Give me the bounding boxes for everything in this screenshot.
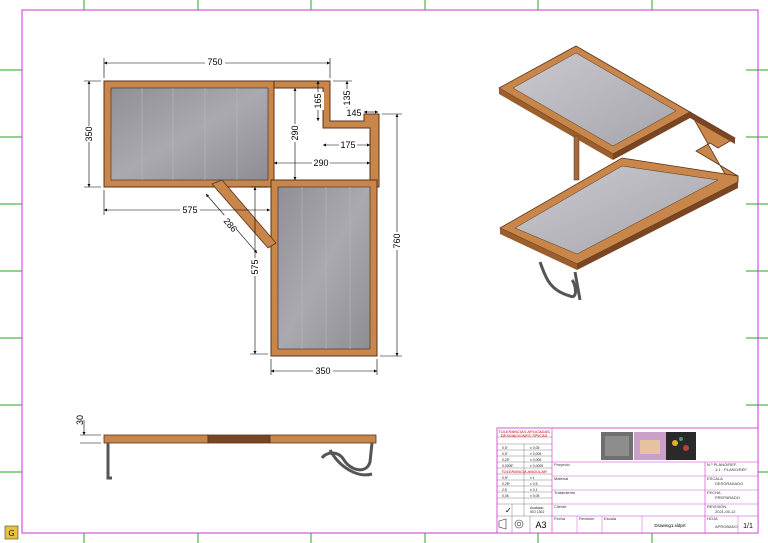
dim-inner-height: 290	[290, 125, 300, 140]
dim-notch-right: 135	[342, 90, 352, 105]
check-symbol: ✓	[505, 506, 512, 515]
right-value-5: APROBADO	[715, 524, 738, 529]
field-label-treatment: Tratamiento	[554, 490, 576, 495]
ang-row-3-b: ± 0,1	[530, 488, 538, 492]
field-label-scale: Escala	[604, 516, 617, 521]
title-block: TOLERANCIAS APLICADAS DESVIACIONES TÍPIC…	[496, 427, 759, 534]
tol-row-4-a: 0,0005"	[502, 464, 514, 468]
right-value-4: 2021-05-12	[715, 509, 736, 514]
drawing-name: Drawing1.sldprt	[654, 523, 686, 528]
dim-inner-width: 175	[340, 140, 355, 150]
tol-row-3-b: ± 0,005	[530, 458, 541, 462]
ang-row-1-b: ± 1	[530, 476, 535, 480]
field-label-project: Proyecto	[554, 462, 571, 467]
ang-row-2-a: 0,25º	[502, 482, 511, 486]
field-label-date: Fecha	[554, 516, 566, 521]
ang-row-2-b: ± 0,5	[530, 482, 538, 486]
right-value-1: 1:1 · PLANO/REF.	[715, 467, 747, 472]
dim-bottom-width: 350	[315, 366, 330, 376]
dim-bracket-vertical: 575	[250, 259, 260, 274]
dim-right-height: 760	[392, 233, 402, 248]
app-logo-icon[interactable]: G	[4, 525, 19, 540]
field-label-revision: Revisión	[579, 516, 594, 521]
drawing-sheet: 750 350 165 135 145 175 290 290 575 286 …	[0, 0, 768, 543]
isometric-view	[498, 45, 739, 301]
angular-header: TOLERANCIA ANGULAR	[501, 469, 547, 474]
tol-row-1-b: ± 0,05	[530, 446, 540, 450]
dim-side-thickness: 30	[75, 415, 85, 425]
dim-notch-top: 165	[313, 93, 323, 108]
tol-row-4-b: ± 0,0005	[530, 464, 543, 468]
ang-row-4-b: ± 0,05	[530, 494, 540, 498]
field-label-material: Material	[554, 476, 568, 481]
tol-row-2-b: ± 0,005	[530, 452, 541, 456]
tolerances-subheader: DESVIACIONES TÍPICAS	[501, 433, 548, 438]
side-view: 30	[75, 415, 377, 480]
field-label-client: Cliente	[554, 504, 567, 509]
tol-row-1-a: 0,5"	[502, 446, 509, 450]
tol-row-2-a: 0,5"	[502, 452, 509, 456]
right-field-5: HOJA	[707, 516, 718, 521]
ang-row-1-a: 0,5º	[502, 476, 509, 480]
dim-bracket-offset: 575	[182, 205, 197, 215]
ang-row-3-a: 2,5	[502, 488, 507, 492]
svg-text:G: G	[8, 529, 14, 538]
tol-row-3-a: 0,25"	[502, 458, 511, 462]
dim-notch-width: 145	[346, 108, 361, 118]
company-logo-images	[601, 432, 696, 460]
dim-left-height: 350	[84, 126, 94, 141]
dim-top-width: 750	[207, 57, 222, 67]
paper-size: A3	[535, 520, 546, 530]
top-view	[103, 80, 380, 357]
ang-row-4-a: 0,05	[502, 494, 509, 498]
sheet-number: 1/1	[743, 523, 753, 530]
dim-mid-width: 290	[313, 158, 328, 168]
right-value-2: DESGRASADO	[715, 481, 743, 486]
right-value-3: PREPARADO	[715, 495, 740, 500]
finish-value: ISO 1302	[530, 510, 544, 514]
